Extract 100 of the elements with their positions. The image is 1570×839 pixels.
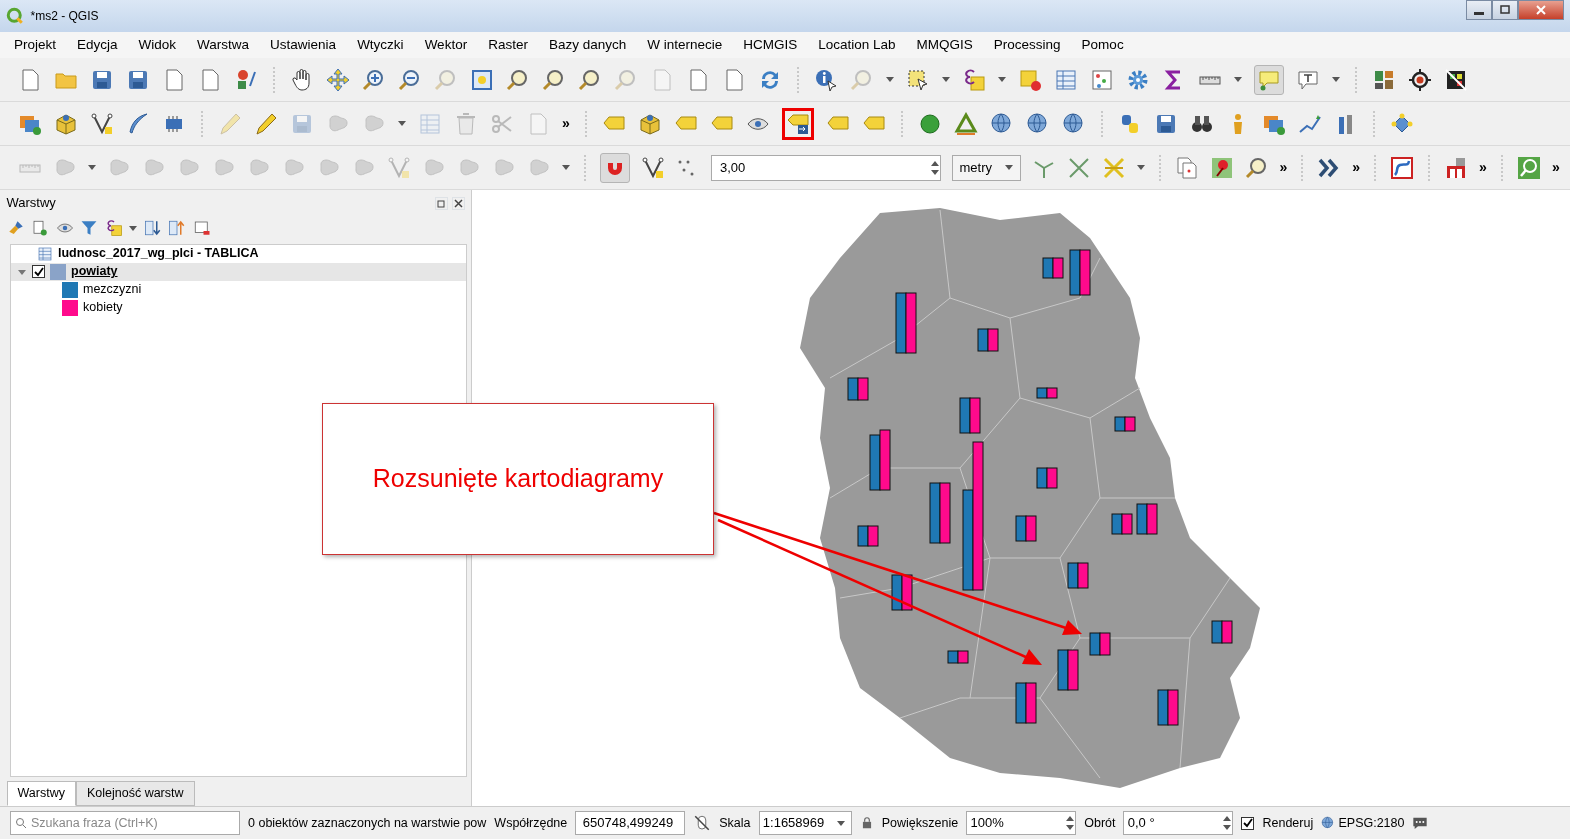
vertex-icon[interactable] — [90, 111, 114, 136]
tolerance-spinbox[interactable]: 3,00 — [711, 154, 941, 181]
caret-icon[interactable] — [562, 165, 570, 170]
menu-item[interactable]: Widok — [136, 34, 179, 56]
documents-icon[interactable] — [1174, 155, 1199, 180]
abacus-icon[interactable] — [1090, 67, 1114, 92]
caret-icon[interactable] — [1136, 165, 1145, 170]
triangle-icon[interactable] — [953, 111, 978, 136]
menu-item[interactable]: Location Lab — [816, 34, 898, 56]
minimize-button[interactable] — [1466, 0, 1492, 20]
close-panel-button[interactable] — [451, 196, 465, 210]
collapse-icon[interactable] — [168, 219, 186, 238]
legend-label: mezczyzni — [83, 281, 142, 299]
search-field[interactable]: Szukana fraza (Ctrl+K) — [10, 811, 240, 835]
menu-item[interactable]: MMQGIS — [914, 34, 975, 56]
feather-icon[interactable] — [126, 111, 150, 136]
magnifier-label: Powiększenie — [881, 814, 959, 832]
menu-item[interactable]: Bazy danych — [546, 34, 629, 56]
rotation-label: Obrót — [1084, 814, 1116, 832]
pencil-icon[interactable] — [254, 111, 278, 136]
add-group-icon[interactable] — [31, 219, 49, 238]
expression-icon[interactable] — [104, 219, 123, 238]
globe-icon[interactable] — [1061, 111, 1086, 136]
overflow-chevron[interactable]: » — [562, 113, 570, 134]
overflow-chevron[interactable]: » — [1279, 157, 1288, 178]
scale-dropdown[interactable]: 1:1658969 — [758, 811, 852, 835]
layer-name[interactable]: powiaty — [71, 262, 118, 282]
menu-item[interactable]: W internecie — [645, 34, 725, 56]
crossed-mouse-icon[interactable] — [693, 814, 712, 832]
crossed-grid-icon[interactable] — [1444, 67, 1468, 92]
maximize-button[interactable] — [1492, 0, 1518, 20]
globe-icon — [1321, 816, 1336, 830]
menu-item[interactable]: Warstwa — [195, 34, 252, 56]
magnifier-icon[interactable] — [506, 67, 530, 92]
menu-item[interactable]: Edycja — [75, 34, 120, 56]
search-icon[interactable] — [1516, 155, 1541, 180]
caret-icon[interactable] — [1234, 77, 1242, 82]
scale-label: Skala — [719, 814, 751, 832]
magnifier-icon[interactable] — [578, 67, 602, 92]
menu-item[interactable]: Raster — [486, 34, 530, 56]
caret-icon[interactable] — [398, 121, 406, 126]
menu-item[interactable]: Projekt — [12, 34, 59, 56]
caret-icon[interactable] — [88, 165, 96, 170]
menu-item[interactable]: Pomoc — [1079, 34, 1126, 56]
caret-icon[interactable] — [886, 77, 894, 82]
caret-icon[interactable] — [129, 225, 137, 231]
curve-icon[interactable] — [1390, 155, 1415, 180]
magnifier-icon[interactable] — [1244, 155, 1269, 180]
globe-icon[interactable] — [1025, 111, 1050, 136]
cross-icon[interactable] — [1066, 155, 1091, 180]
expression-icon[interactable] — [962, 67, 986, 92]
map-pin-icon[interactable] — [1209, 155, 1234, 180]
status-message: 0 obiektów zaznaczonych na warstwie pow — [248, 814, 487, 832]
panel-tab[interactable]: Warstwy — [6, 781, 76, 806]
filter-icon[interactable] — [80, 219, 98, 238]
remove-layer-icon[interactable] — [192, 219, 211, 238]
globe-icon[interactable] — [989, 111, 1014, 136]
chat-icon[interactable] — [1412, 815, 1429, 831]
coordinate-field[interactable]: 650748,499249 — [575, 811, 686, 835]
panel-tab[interactable]: Kolejność warstw — [75, 781, 195, 806]
circle-icon[interactable] — [917, 111, 942, 136]
caret-icon[interactable] — [998, 77, 1006, 82]
close-button[interactable] — [1518, 0, 1564, 20]
square-icon[interactable] — [1018, 67, 1042, 92]
zoom-extent-icon[interactable] — [470, 67, 494, 92]
overflow-chevron[interactable]: » — [1479, 157, 1487, 178]
close-icon — [1535, 4, 1547, 16]
zoom-out-icon[interactable] — [398, 67, 422, 92]
magnifier-icon[interactable] — [542, 67, 566, 92]
move-icon[interactable] — [326, 67, 350, 92]
crs-button[interactable]: EPSG:2180 — [1321, 813, 1405, 833]
table-icon[interactable] — [1054, 67, 1078, 92]
render-label: Renderuj — [1262, 814, 1314, 832]
layer-checkbox[interactable] — [32, 265, 45, 279]
info-icon[interactable] — [814, 67, 838, 92]
zoom-in-icon[interactable] — [362, 67, 386, 92]
magnifier-spinbox[interactable]: 100% — [966, 811, 1077, 835]
select-icon[interactable] — [906, 67, 930, 92]
layer-name[interactable]: ludnosc_2017_wg_plci - TABLICA — [58, 244, 259, 264]
render-checkbox[interactable] — [1241, 816, 1255, 830]
units-dropdown[interactable]: metry — [952, 154, 1021, 181]
app-logo-icon — [6, 7, 24, 25]
caret-icon[interactable] — [942, 77, 950, 82]
caret-icon[interactable] — [1332, 77, 1340, 82]
menu-item[interactable]: Processing — [991, 34, 1063, 56]
caret-icon — [1005, 165, 1013, 170]
rotation-spinbox[interactable]: 0,0 ° — [1123, 811, 1234, 835]
menu-item[interactable]: Wtyczki — [355, 34, 406, 56]
spin-arrows-icon[interactable] — [1222, 815, 1233, 831]
expand-icon[interactable] — [143, 219, 162, 238]
menu-item[interactable]: Wektor — [422, 34, 470, 56]
vertex-icon[interactable] — [641, 155, 665, 180]
overflow-chevron[interactable]: » — [1352, 157, 1361, 178]
search-icon — [15, 817, 27, 829]
menu-item[interactable]: HCMGIS — [741, 34, 800, 56]
maximize-icon — [1499, 4, 1511, 16]
spin-arrows-icon[interactable] — [1065, 815, 1076, 831]
overflow-chevron[interactable]: » — [1551, 157, 1560, 178]
target-icon[interactable] — [1408, 67, 1432, 92]
menu-item[interactable]: Ustawienia — [268, 34, 339, 56]
